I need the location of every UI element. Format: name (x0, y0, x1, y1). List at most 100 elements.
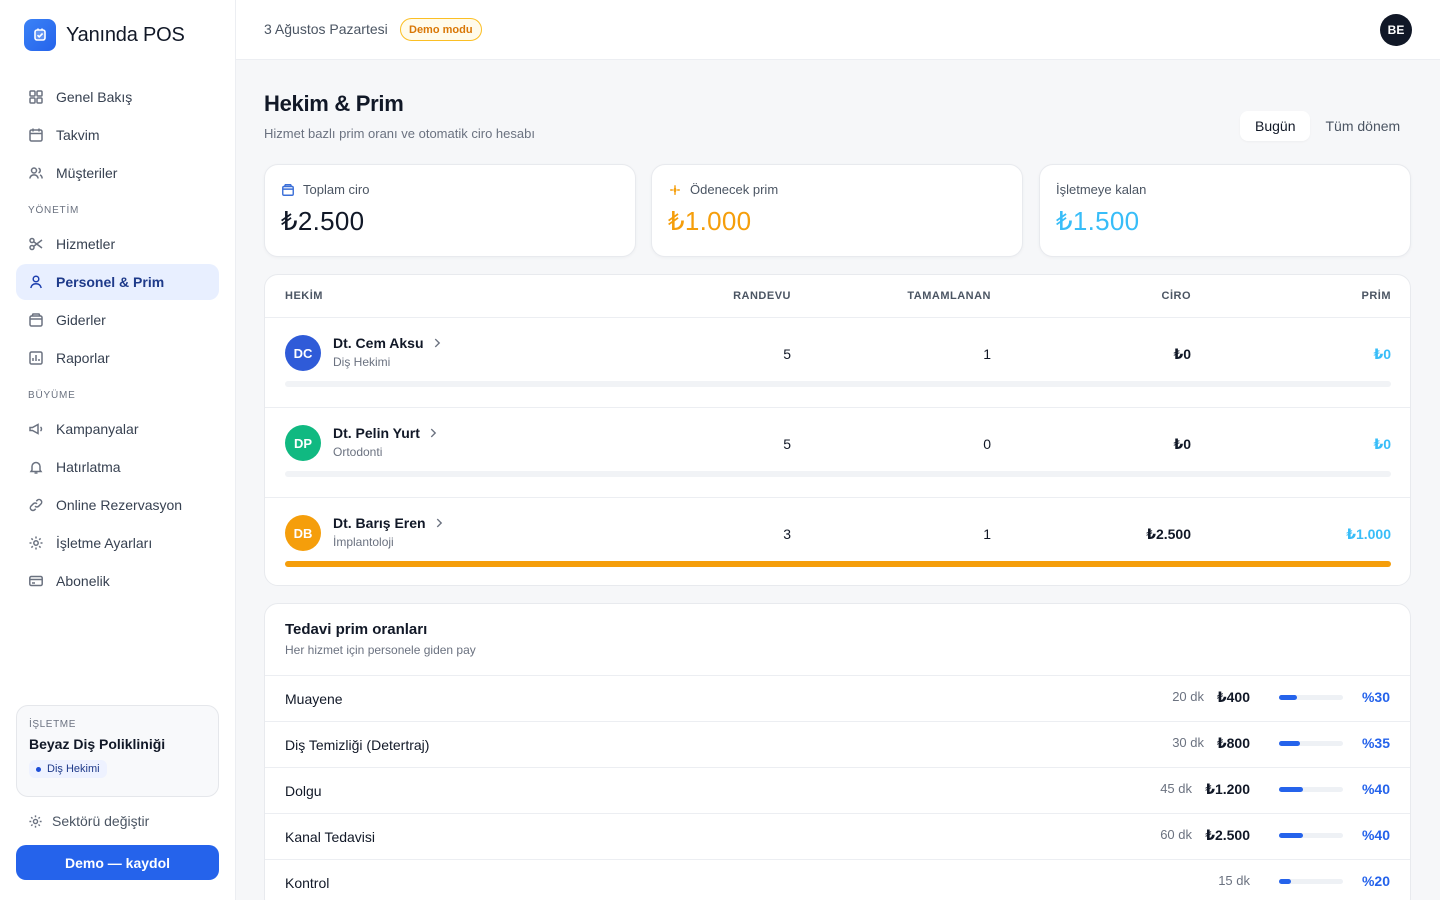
credit-card-icon (29, 575, 43, 587)
calendar-icon (29, 128, 43, 142)
doctor-name: Dt. Barış Eren (333, 515, 426, 531)
list-item[interactable]: Kontrol 15 dk %20 (265, 859, 1410, 900)
stat-card-business-remaining: İşletmeye kalan ₺1.500 (1039, 164, 1411, 257)
avatar: DC (285, 335, 321, 371)
sidebar-item-label: Personel & Prim (56, 274, 165, 290)
sidebar-item-staff-bonus[interactable]: Personel & Prim (16, 264, 219, 300)
treatment-name: Dolgu (285, 783, 322, 799)
cell-bonus: ₺1.000 (1346, 526, 1391, 542)
stat-value-business-remaining: ₺1.500 (1056, 206, 1140, 236)
nav-section-management: YÖNETİM (28, 205, 80, 216)
gear-icon (29, 536, 43, 550)
rate-bar-fill (1279, 787, 1304, 792)
gear-icon (29, 814, 42, 828)
wallet-icon (282, 183, 294, 196)
business-label: İŞLETME (29, 719, 76, 730)
column-header-revenue[interactable]: CİRO (1162, 290, 1192, 302)
sidebar-item-label: Müşteriler (56, 165, 118, 181)
sidebar-item-expenses[interactable]: Giderler (16, 302, 219, 338)
doctor-name-link[interactable]: Dt. Pelin Yurt (333, 425, 440, 441)
cell-completed: 1 (983, 346, 991, 362)
current-date: 3 Ağustos Pazartesi (264, 21, 388, 37)
column-header-bonus[interactable]: PRİM (1362, 290, 1392, 302)
chevron-right-icon (430, 428, 437, 438)
table-row[interactable]: DB Dt. Barış Eren İmplantoloji 3 1 ₺2.50… (265, 498, 1410, 585)
doctor-name-link[interactable]: Dt. Barış Eren (333, 515, 446, 531)
treatment-rates-card: Tedavi prim oranları Her hizmet için per… (264, 603, 1411, 900)
sidebar-item-campaigns[interactable]: Kampanyalar (16, 411, 219, 447)
avatar: DP (285, 425, 321, 461)
demo-signup-button[interactable]: Demo — kaydol (16, 845, 219, 880)
stat-card-total-revenue: Toplam ciro ₺2.500 (264, 164, 636, 257)
doctors-table: HEKİM RANDEVU TAMAMLANAN CİRO PRİM DC Dt… (264, 274, 1411, 586)
rates-title: Tedavi prim oranları (285, 621, 428, 638)
rate-bar-fill (1279, 833, 1304, 838)
period-today-button[interactable]: Bugün (1240, 111, 1311, 141)
sidebar: Yanında POS Genel Bakış Takvim Müşterile… (0, 0, 236, 900)
wallet-icon (29, 313, 43, 327)
column-header-doctor[interactable]: HEKİM (285, 290, 323, 302)
rate-bar (1279, 787, 1343, 792)
treatment-duration: 30 dk (1172, 735, 1204, 750)
sidebar-item-overview[interactable]: Genel Bakış (16, 79, 219, 115)
grid-icon (29, 90, 43, 104)
cell-appointments: 3 (783, 526, 791, 542)
list-item[interactable]: Dolgu 45 dk ₺1.200 %40 (265, 767, 1410, 813)
treatment-price: ₺400 (1216, 689, 1250, 705)
sidebar-item-online-booking[interactable]: Online Rezervasyon (16, 487, 219, 523)
sidebar-item-customers[interactable]: Müşteriler (16, 155, 219, 191)
list-item[interactable]: Kanal Tedavisi 60 dk ₺2.500 %40 (265, 813, 1410, 859)
period-all-button[interactable]: Tüm dönem (1310, 111, 1415, 141)
list-item[interactable]: Diş Temizliği (Detertraj) 30 dk ₺800 %35 (265, 721, 1410, 767)
sidebar-item-label: İşletme Ayarları (56, 535, 153, 551)
sector-badge-label: Diş Hekimi (47, 763, 100, 775)
list-item[interactable]: Muayene 20 dk ₺400 %30 (265, 675, 1410, 721)
doctor-specialty: İmplantoloji (333, 535, 394, 549)
rate-bar (1279, 741, 1343, 746)
doctor-name: Dt. Cem Aksu (333, 335, 424, 351)
stat-value-total-revenue: ₺2.500 (281, 206, 365, 236)
revenue-share-bar (285, 381, 1391, 387)
sidebar-item-subscription[interactable]: Abonelik (16, 563, 219, 599)
rate-bar (1279, 879, 1343, 884)
nav-section-growth: BÜYÜME (28, 390, 76, 401)
sidebar-item-reports[interactable]: Raporlar (16, 340, 219, 376)
brand[interactable]: Yanında POS (24, 19, 185, 51)
treatment-name: Diş Temizliği (Detertraj) (285, 737, 430, 753)
column-header-completed[interactable]: TAMAMLANAN (907, 290, 991, 302)
sector-dot-icon (36, 766, 41, 772)
sidebar-item-calendar[interactable]: Takvim (16, 117, 219, 153)
user-avatar[interactable]: BE (1380, 14, 1412, 46)
sparkle-icon (670, 184, 680, 195)
table-row[interactable]: DC Dt. Cem Aksu Diş Hekimi 5 1 ₺0 ₺0 (265, 318, 1410, 408)
avatar: DB (285, 515, 321, 551)
revenue-share-bar (285, 471, 1391, 477)
cell-completed: 1 (983, 526, 991, 542)
brand-name: Yanında POS (66, 23, 185, 46)
table-row[interactable]: DP Dt. Pelin Yurt Ortodonti 5 0 ₺0 ₺0 (265, 408, 1410, 498)
stat-label: İşletmeye kalan (1056, 182, 1147, 197)
cell-appointments: 5 (783, 436, 791, 452)
sidebar-item-business-settings[interactable]: İşletme Ayarları (16, 525, 219, 561)
change-sector-link[interactable]: Sektörü değiştir (28, 813, 149, 829)
change-sector-label: Sektörü değiştir (52, 813, 150, 829)
rate-bar-fill (1279, 741, 1301, 746)
doctor-specialty: Ortodonti (333, 445, 383, 459)
stat-label-row: İşletmeye kalan (1056, 182, 1394, 197)
page-subtitle: Hizmet bazlı prim oranı ve otomatik ciro… (264, 126, 535, 141)
treatment-rate: %40 (1361, 827, 1390, 843)
sidebar-item-reminders[interactable]: Hatırlatma (16, 449, 219, 485)
stat-value-payable-bonus: ₺1.000 (668, 206, 752, 236)
treatment-rate: %35 (1361, 735, 1390, 751)
rate-bar-fill (1279, 695, 1298, 700)
link-icon (29, 498, 43, 512)
business-card: İŞLETME Beyaz Diş Polikliniği Diş Hekimi (16, 705, 219, 797)
doctor-specialty: Diş Hekimi (333, 355, 391, 369)
treatment-duration: 15 dk (1218, 873, 1250, 888)
sidebar-item-services[interactable]: Hizmetler (16, 226, 219, 262)
stat-label: Ödenecek prim (690, 182, 779, 197)
doctor-name-link[interactable]: Dt. Cem Aksu (333, 335, 444, 351)
revenue-share-fill (285, 561, 1391, 567)
column-header-appointments[interactable]: RANDEVU (733, 290, 791, 302)
chart-icon (29, 351, 43, 365)
